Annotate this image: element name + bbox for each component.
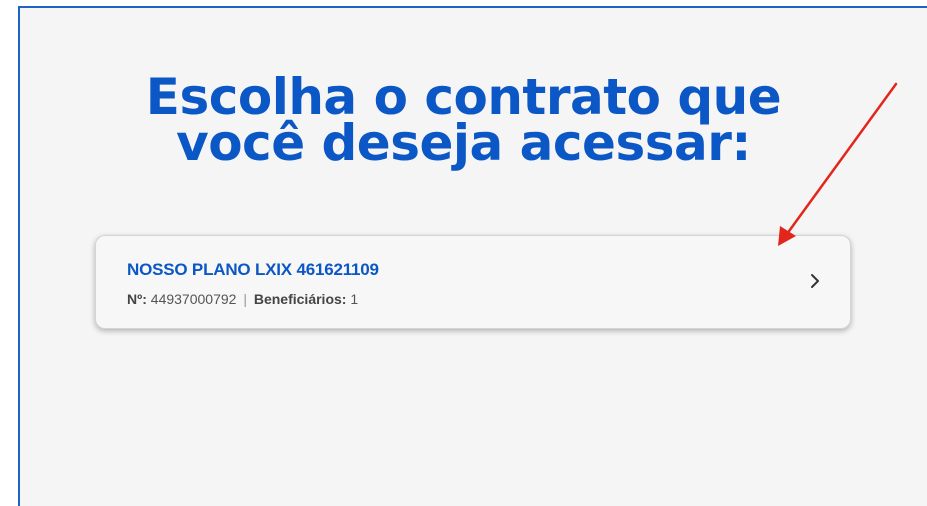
beneficiaries-label: Beneficiários: [253, 291, 347, 307]
contract-number-value: 44937000792 [150, 291, 237, 307]
screenshot-frame: Escolha o contrato que você deseja acess… [0, 0, 927, 506]
red-arrow-annotation [778, 82, 898, 246]
beneficiaries-value: 1 [350, 291, 359, 307]
contract-number-label: Nº: [127, 291, 147, 307]
chevron-right-icon[interactable] [808, 272, 822, 290]
contract-card[interactable]: NOSSO PLANO LXIX 461621109 Nº: 449370007… [95, 235, 851, 329]
details-separator: | [243, 291, 247, 307]
contract-details: Nº: 44937000792 | Beneficiários: 1 [127, 291, 358, 307]
contract-name: NOSSO PLANO LXIX 461621109 [127, 260, 379, 279]
